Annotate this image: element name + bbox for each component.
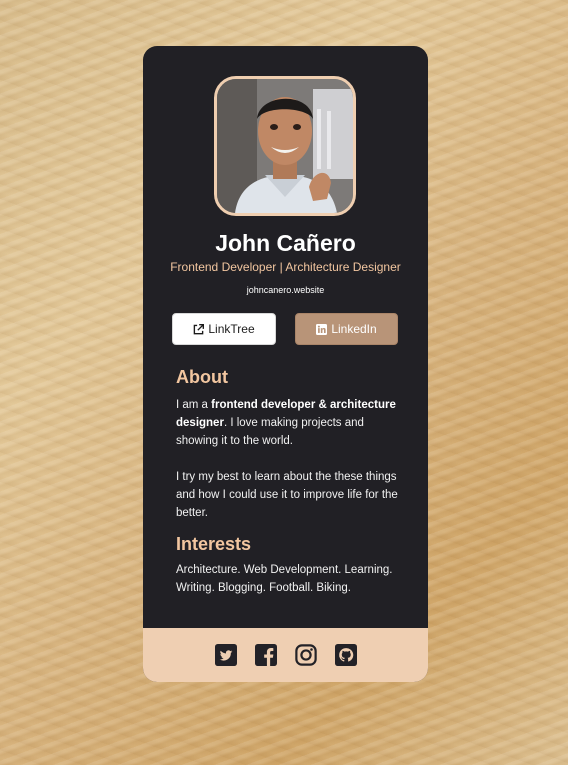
github-icon[interactable] [334, 644, 357, 666]
linkedin-label: LinkedIn [331, 322, 377, 336]
profile-role: Frontend Developer | Architecture Design… [170, 260, 401, 274]
profile-website[interactable]: johncanero.website [143, 285, 428, 295]
about-paragraph-2: I try my best to learn about the these t… [176, 471, 398, 519]
profile-name: John Cañero [215, 230, 356, 256]
profile-card: John Cañero Frontend Developer | Archite… [143, 46, 428, 682]
facebook-icon[interactable] [254, 644, 277, 666]
avatar-photo [217, 79, 353, 213]
linkedin-icon [316, 323, 328, 335]
interests-text: Architecture. Web Development. Learning.… [176, 564, 393, 594]
about-p1-prefix: I am a [176, 399, 212, 411]
linkedin-button[interactable]: LinkedIn [295, 313, 398, 345]
interests-heading: Interests [176, 534, 252, 554]
external-link-icon [193, 323, 205, 335]
twitter-icon[interactable] [214, 644, 237, 666]
about-paragraph-1: I am a frontend developer & architecture… [176, 396, 401, 450]
instagram-icon[interactable] [294, 644, 317, 666]
linktree-button[interactable]: LinkTree [172, 313, 276, 345]
about-heading: About [176, 367, 228, 387]
avatar [214, 76, 356, 216]
social-footer [143, 628, 428, 682]
linktree-label: LinkTree [208, 322, 255, 336]
